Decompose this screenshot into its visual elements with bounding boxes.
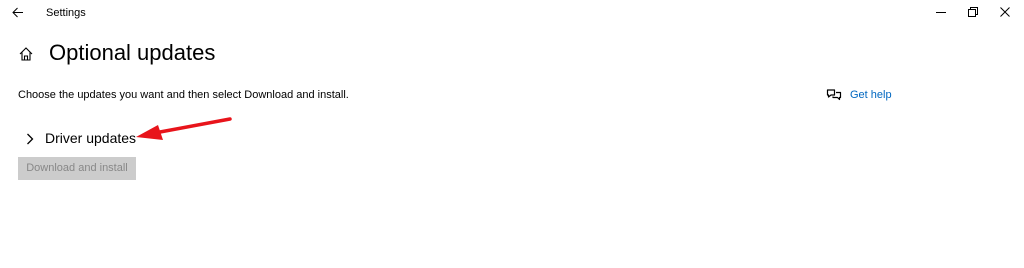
close-icon xyxy=(1000,7,1010,17)
title-bar: Settings xyxy=(0,0,1024,26)
get-help-label: Get help xyxy=(850,89,892,101)
driver-updates-expander[interactable]: Driver updates xyxy=(22,128,142,150)
back-arrow-icon xyxy=(12,7,23,18)
chat-help-icon xyxy=(826,89,842,101)
back-button[interactable] xyxy=(6,2,30,24)
app-title: Settings xyxy=(46,7,86,19)
page-description: Choose the updates you want and then sel… xyxy=(18,89,349,101)
minimize-icon xyxy=(936,12,946,13)
download-and-install-button[interactable]: Download and install xyxy=(18,157,136,180)
home-icon-glyph xyxy=(19,47,33,61)
page-title: Optional updates xyxy=(49,40,216,65)
restore-button[interactable] xyxy=(958,2,988,22)
home-icon[interactable] xyxy=(18,46,34,62)
restore-icon xyxy=(968,7,978,17)
minimize-button[interactable] xyxy=(926,2,956,22)
driver-updates-label: Driver updates xyxy=(45,130,137,146)
chevron-right-icon xyxy=(27,133,34,145)
close-button[interactable] xyxy=(990,2,1020,22)
